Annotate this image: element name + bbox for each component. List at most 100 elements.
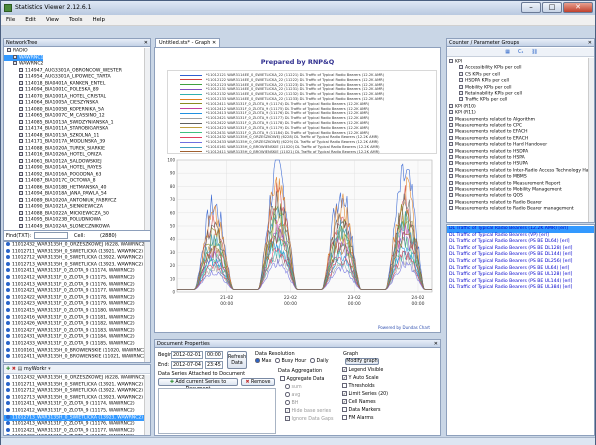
cells-scrollbar[interactable] [144, 242, 150, 362]
refresh-data-button[interactable]: Refresh Data [227, 351, 247, 369]
counter-item[interactable]: DL Traffic of Typical Radio Bearers (12.… [447, 226, 594, 233]
sort-icon[interactable]: C₁ [518, 49, 524, 55]
counter-item[interactable]: DL Traffic of Typical Radio Bearers (PS … [447, 285, 594, 292]
list-item[interactable]: 11012412_WAR3131F_0_ZLOTA_9 (11175, WAWR… [4, 275, 144, 282]
counter-groups-tree[interactable]: KPI Accessibility KPIs per cell CS KPIs pe… [447, 58, 588, 222]
graph-option-checkbox[interactable]: ✓ Cell Names [342, 399, 376, 405]
find-input[interactable] [34, 232, 68, 239]
cell-icon [6, 314, 10, 319]
tree-item[interactable]: Measurements related to Radio Bearer man… [449, 206, 574, 212]
counter-item[interactable]: DL Traffic of Typical Radio Bearers (PS … [447, 272, 594, 279]
aggregate-data-checkbox[interactable]: Aggregate Data [280, 376, 324, 382]
menu-edit[interactable]: Edit [20, 15, 41, 26]
counter-item[interactable]: DL Traffic of Typical Radio Bearers (PS … [447, 259, 594, 266]
graph-option-checkbox[interactable]: ✓ Limit Series (20) [342, 391, 388, 397]
menu-tools[interactable]: Tools [64, 15, 88, 26]
list-item[interactable]: 11012422_WAR3131F_0_ZLOTA_9 (11178, WAWR… [4, 294, 144, 302]
modify-graph-button[interactable]: Modify graph [345, 358, 379, 365]
remove-button[interactable]: ✖ Remove [241, 378, 275, 386]
list-item[interactable]: 11012711_WAR3135H_0_SWIETLICKA (13921, W… [4, 248, 144, 256]
counter-item[interactable]: DL Traffic of Typical Radio Bearers (PS … [447, 252, 594, 259]
cell-icon [6, 248, 10, 253]
counter-groups-scrollbar[interactable] [588, 58, 594, 222]
list-item[interactable]: 11012423_WAR3131F_0_ZLOTA_9 (11179, WAWR… [4, 301, 144, 308]
tree-item-label: Measurements related to HSPA [455, 155, 525, 161]
agg-avg-radio[interactable]: avg [285, 392, 300, 398]
grid-icon[interactable]: ▦ [505, 49, 510, 55]
end-date-input[interactable]: 2012-07-04 [171, 361, 203, 369]
resolution-daily-radio[interactable]: Daily [310, 358, 329, 364]
chevron-down-icon[interactable]: ▾ [48, 366, 51, 372]
list-item[interactable]: 11010161_WAR3135H_0_BROWIENSKIE (11020, … [4, 347, 144, 355]
site-icon [19, 113, 23, 117]
list-item[interactable]: 11012713_WAR3135H_0_SWIETLICKA (13923, W… [4, 394, 144, 402]
list-item[interactable]: 11012411_WAR3131F_0_ZLOTA_9 (11174, WAWR… [4, 401, 144, 408]
list-item[interactable]: 11012433_WAR3131F_0_ZLOTA_9 (11185, WAWR… [4, 341, 144, 348]
copy-icon[interactable]: ▤ [18, 366, 23, 372]
list-item[interactable]: 11012416_WAR3131F_0_ZLOTA_9 (11181, WAWR… [4, 314, 144, 322]
delete-icon[interactable]: ✖ [12, 366, 16, 372]
link-icon[interactable]: ⛓ [531, 49, 537, 55]
app-icon [4, 4, 12, 12]
cell-icon [6, 354, 10, 359]
graph-legend: *11012121 WAR3114EE_0_SWIETLICKA_22 (112… [167, 70, 437, 154]
aggregation-title: Data Aggregation [278, 368, 323, 374]
tree-item-label: RADIO [13, 48, 28, 54]
list-item[interactable]: 11012421_WAR3131F_0_ZLOTA_9 (11177, WAWR… [4, 288, 144, 295]
list-item[interactable]: 11012415_WAR3131F_0_ZLOTA_9 (11180, WAWR… [4, 308, 144, 315]
begin-time-input[interactable]: 00:00 [205, 351, 223, 359]
add-series-button[interactable]: ✚ Add current Series to Document [158, 378, 238, 392]
network-tree[interactable]: RADIO WAWRNC1 WAWRNC2 114947_AUG3301A_OBRON… [4, 48, 144, 230]
graph-option-checkbox[interactable]: Thresholds [342, 383, 375, 389]
list-item[interactable]: 11012712_WAR3135H_0_SWIETLICKA (13922, W… [4, 388, 144, 395]
list-item[interactable]: 11012713_WAR3135H_0_SWIETLICKA (13923, W… [4, 414, 144, 422]
worklist[interactable]: 11012432_WAR3135H_0_ORZESZKOWEJ (6228, W… [4, 375, 144, 435]
minimize-button[interactable]: – [521, 2, 541, 13]
list-item[interactable]: 11012432_WAR3135H_0_ORZESZKOWEJ (6228, W… [4, 375, 144, 382]
pin-icon[interactable]: ✕ [144, 39, 148, 47]
menu-help[interactable]: Help [88, 15, 111, 26]
worklist-scrollbar[interactable] [144, 375, 150, 435]
add-icon[interactable]: ✚ [6, 366, 10, 372]
counter-item[interactable]: DL Traffic of Typical Radio Bearers (PS … [447, 239, 594, 246]
list-item[interactable]: 11012413_WAR3131F_0_ZLOTA_9 (11176, WAWR… [4, 421, 144, 428]
list-item[interactable]: 11012411_WAR3131F_0_ZLOTA_9 (11174, WAWR… [4, 268, 144, 275]
agg-bh-radio[interactable]: BH [285, 400, 298, 406]
resolution-busy-hour-radio[interactable]: Busy Hour [275, 358, 306, 364]
folder-icon [449, 187, 453, 191]
tab-graph[interactable]: Untitled.sts* - Graph ✕ [155, 38, 221, 47]
counter-group-icon [459, 97, 463, 102]
list-item[interactable]: 11012432_WAR3135H_0_ORZESZKOWEJ (6228, W… [4, 242, 144, 249]
close-button[interactable]: ✕ [563, 2, 593, 13]
list-item[interactable]: 11012711_WAR3135H_0_SWIETLICKA (13921, W… [4, 381, 144, 389]
list-item[interactable]: 11012413_WAR3131F_0_ZLOTA_9 (11176, WAWR… [4, 281, 144, 289]
agg-sum-radio[interactable]: sum [285, 384, 302, 390]
list-item[interactable]: 11012421_WAR3131F_0_ZLOTA_9 (11177, WAWR… [4, 427, 144, 435]
graph-option-checkbox[interactable]: ✓ Legend Visible [342, 367, 383, 373]
list-item[interactable]: 11012431_WAR3131F_0_ZLOTA_9 (11184, WAWR… [4, 334, 144, 341]
list-item[interactable]: 11012412_WAR3131F_0_ZLOTA_9 (11175, WAWR… [4, 408, 144, 415]
close-icon[interactable]: ✕ [588, 39, 592, 47]
list-item[interactable]: 11012426_WAR3131F_0_ZLOTA_9 (11182, WAWR… [4, 321, 144, 328]
graph-option-checkbox[interactable]: FM Alarms [342, 415, 374, 421]
attached-series-list[interactable] [158, 388, 276, 434]
end-time-input[interactable]: 23:45 [205, 361, 223, 369]
maximize-button[interactable]: □ [542, 2, 562, 13]
hide-base-series-checkbox[interactable]: ✓ Hide base series [285, 408, 331, 414]
menu-file[interactable]: File [1, 15, 20, 26]
graph-option-checkbox[interactable]: ✓ Y Auto Scale [342, 375, 379, 381]
list-item[interactable]: 11012712_WAR3135H_0_SWIETLICKA (13922, W… [4, 255, 144, 262]
list-item[interactable]: 11012713_WAR3135H_0_SWIETLICKA (13923, W… [4, 261, 144, 269]
counters-list[interactable]: DL Traffic of Typical Radio Bearers (12.… [446, 224, 595, 436]
list-item[interactable]: 11012422_WAR3131F_0_ZLOTA_9 (11178, WAWR… [4, 434, 144, 435]
menu-view[interactable]: View [41, 15, 64, 26]
list-item[interactable]: 11012427_WAR3131F_0_ZLOTA_9 (11183, WAWR… [4, 327, 144, 335]
close-icon[interactable]: ✕ [434, 340, 438, 348]
list-item[interactable]: 11012411_WAR3135H_0_BROWIENSKIE (11021, … [4, 354, 144, 361]
graph-option-checkbox[interactable]: Data Markers [342, 407, 381, 413]
tree-scrollbar[interactable] [144, 48, 150, 230]
ignore-data-gaps-checkbox[interactable]: ✓ Ignore Data Gaps [285, 416, 333, 422]
cells-list[interactable]: 11012432_WAR3135H_0_ORZESZKOWEJ (6228, W… [3, 241, 151, 363]
resolution-max-radio[interactable]: Max [255, 358, 271, 364]
begin-date-input[interactable]: 2012-02-01 [171, 351, 203, 359]
